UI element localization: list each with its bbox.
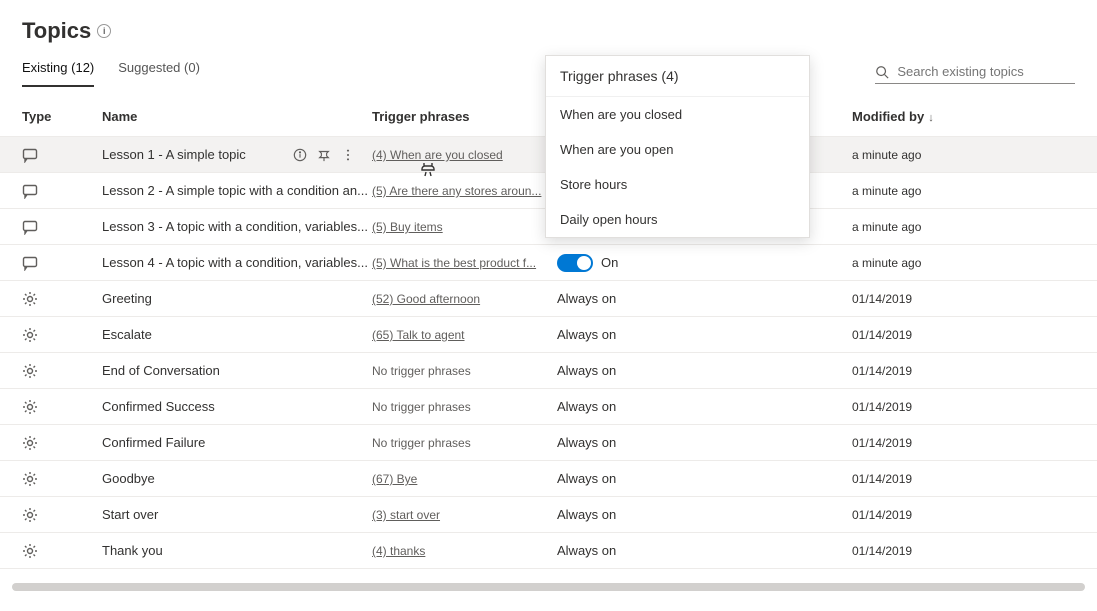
- col-trigger[interactable]: Trigger phrases: [372, 109, 557, 124]
- table-row[interactable]: Lesson 4 - A topic with a condition, var…: [0, 245, 1097, 281]
- chat-icon: [22, 219, 38, 235]
- col-type[interactable]: Type: [22, 109, 102, 124]
- topic-name[interactable]: Escalate: [102, 327, 152, 342]
- table-row[interactable]: Escalate (65) Talk to agent Always on 01/14…: [0, 317, 1097, 353]
- gear-icon: [22, 435, 38, 451]
- status-label: Always on: [557, 471, 616, 486]
- horizontal-scrollbar[interactable]: [12, 583, 1085, 591]
- popup-item[interactable]: When are you open: [546, 132, 809, 167]
- modified-cell: 01/14/2019: [852, 292, 912, 306]
- page-title: Topics i: [0, 0, 1097, 54]
- modified-cell: a minute ago: [852, 148, 921, 162]
- trigger-phrases-cell[interactable]: (65) Talk to agent: [372, 328, 465, 342]
- sort-arrow-icon: ↓: [928, 112, 934, 124]
- info-icon[interactable]: i: [97, 24, 111, 38]
- gear-icon: [22, 471, 38, 487]
- col-modified[interactable]: Modified by↓: [852, 109, 1075, 124]
- table-row[interactable]: Start over (3) start over Always on 01/14/2…: [0, 497, 1097, 533]
- trigger-phrases-cell: No trigger phrases: [372, 436, 471, 450]
- trigger-phrases-cell[interactable]: (3) start over: [372, 508, 440, 522]
- modified-cell: 01/14/2019: [852, 364, 912, 378]
- topic-name[interactable]: Greeting: [102, 291, 152, 306]
- tab-suggested[interactable]: Suggested (0): [118, 60, 200, 87]
- gear-icon: [22, 399, 38, 415]
- chat-icon: [22, 147, 38, 163]
- trigger-phrases-popup: Trigger phrases (4) When are you closed …: [545, 55, 810, 238]
- trigger-phrases-cell: No trigger phrases: [372, 400, 471, 414]
- topic-name[interactable]: Lesson 2 - A simple topic with a conditi…: [102, 183, 368, 198]
- trigger-phrases-cell: No trigger phrases: [372, 364, 471, 378]
- popup-item[interactable]: Store hours: [546, 167, 809, 202]
- status-label: Always on: [557, 363, 616, 378]
- trigger-phrases-cell[interactable]: (4) thanks: [372, 544, 425, 558]
- chat-icon: [22, 183, 38, 199]
- trigger-phrases-cell[interactable]: (5) Are there any stores aroun...: [372, 184, 541, 198]
- modified-cell: a minute ago: [852, 184, 921, 198]
- more-icon[interactable]: [340, 147, 356, 163]
- table-row[interactable]: Goodbye (67) Bye Always on 01/14/2019: [0, 461, 1097, 497]
- gear-icon: [22, 327, 38, 343]
- topic-name[interactable]: End of Conversation: [102, 363, 220, 378]
- status-label: On: [601, 255, 618, 270]
- modified-cell: 01/14/2019: [852, 508, 912, 522]
- table-row[interactable]: Greeting (52) Good afternoon Always on 01/1…: [0, 281, 1097, 317]
- chat-icon: [22, 255, 38, 271]
- topic-name[interactable]: Confirmed Success: [102, 399, 215, 414]
- topic-name[interactable]: Lesson 3 - A topic with a condition, var…: [102, 219, 368, 234]
- modified-cell: 01/14/2019: [852, 400, 912, 414]
- topic-name[interactable]: Lesson 1 - A simple topic: [102, 147, 246, 162]
- topic-name[interactable]: Goodbye: [102, 471, 155, 486]
- topic-name[interactable]: Confirmed Failure: [102, 435, 205, 450]
- search-input[interactable]: [895, 63, 1075, 80]
- status-label: Always on: [557, 291, 616, 306]
- modified-cell: 01/14/2019: [852, 472, 912, 486]
- topic-name[interactable]: Start over: [102, 507, 158, 522]
- status-label: Always on: [557, 507, 616, 522]
- modified-cell: 01/14/2019: [852, 544, 912, 558]
- popup-title: Trigger phrases (4): [546, 56, 809, 97]
- search-box[interactable]: [875, 63, 1075, 84]
- pin-icon[interactable]: [316, 147, 332, 163]
- status-toggle[interactable]: [557, 254, 593, 272]
- topic-name[interactable]: Lesson 4 - A topic with a condition, var…: [102, 255, 368, 270]
- popup-item[interactable]: Daily open hours: [546, 202, 809, 237]
- topic-name[interactable]: Thank you: [102, 543, 163, 558]
- trigger-phrases-cell[interactable]: (5) What is the best product f...: [372, 256, 536, 270]
- trigger-phrases-cell[interactable]: (4) When are you closed: [372, 148, 503, 162]
- tabs: Existing (12) Suggested (0): [22, 60, 200, 87]
- status-label: Always on: [557, 435, 616, 450]
- modified-cell: a minute ago: [852, 220, 921, 234]
- popup-item[interactable]: When are you closed: [546, 97, 809, 132]
- search-icon: [875, 64, 889, 80]
- trigger-phrases-cell[interactable]: (52) Good afternoon: [372, 292, 480, 306]
- gear-icon: [22, 363, 38, 379]
- table-row[interactable]: Confirmed Failure No trigger phrases Alway…: [0, 425, 1097, 461]
- gear-icon: [22, 543, 38, 559]
- modified-cell: 01/14/2019: [852, 328, 912, 342]
- table-row[interactable]: Thank you (4) thanks Always on 01/14/2019: [0, 533, 1097, 569]
- page-title-text: Topics: [22, 18, 91, 44]
- status-label: Always on: [557, 543, 616, 558]
- trigger-phrases-cell[interactable]: (5) Buy items: [372, 220, 443, 234]
- table-row[interactable]: End of Conversation No trigger phrases Alw…: [0, 353, 1097, 389]
- trigger-phrases-cell[interactable]: (67) Bye: [372, 472, 417, 486]
- info-icon[interactable]: [292, 147, 308, 163]
- col-name[interactable]: Name: [102, 109, 372, 124]
- status-label: Always on: [557, 327, 616, 342]
- modified-cell: 01/14/2019: [852, 436, 912, 450]
- gear-icon: [22, 291, 38, 307]
- status-label: Always on: [557, 399, 616, 414]
- gear-icon: [22, 507, 38, 523]
- table-row[interactable]: Confirmed Success No trigger phrases Alway…: [0, 389, 1097, 425]
- modified-cell: a minute ago: [852, 256, 921, 270]
- tab-existing[interactable]: Existing (12): [22, 60, 94, 87]
